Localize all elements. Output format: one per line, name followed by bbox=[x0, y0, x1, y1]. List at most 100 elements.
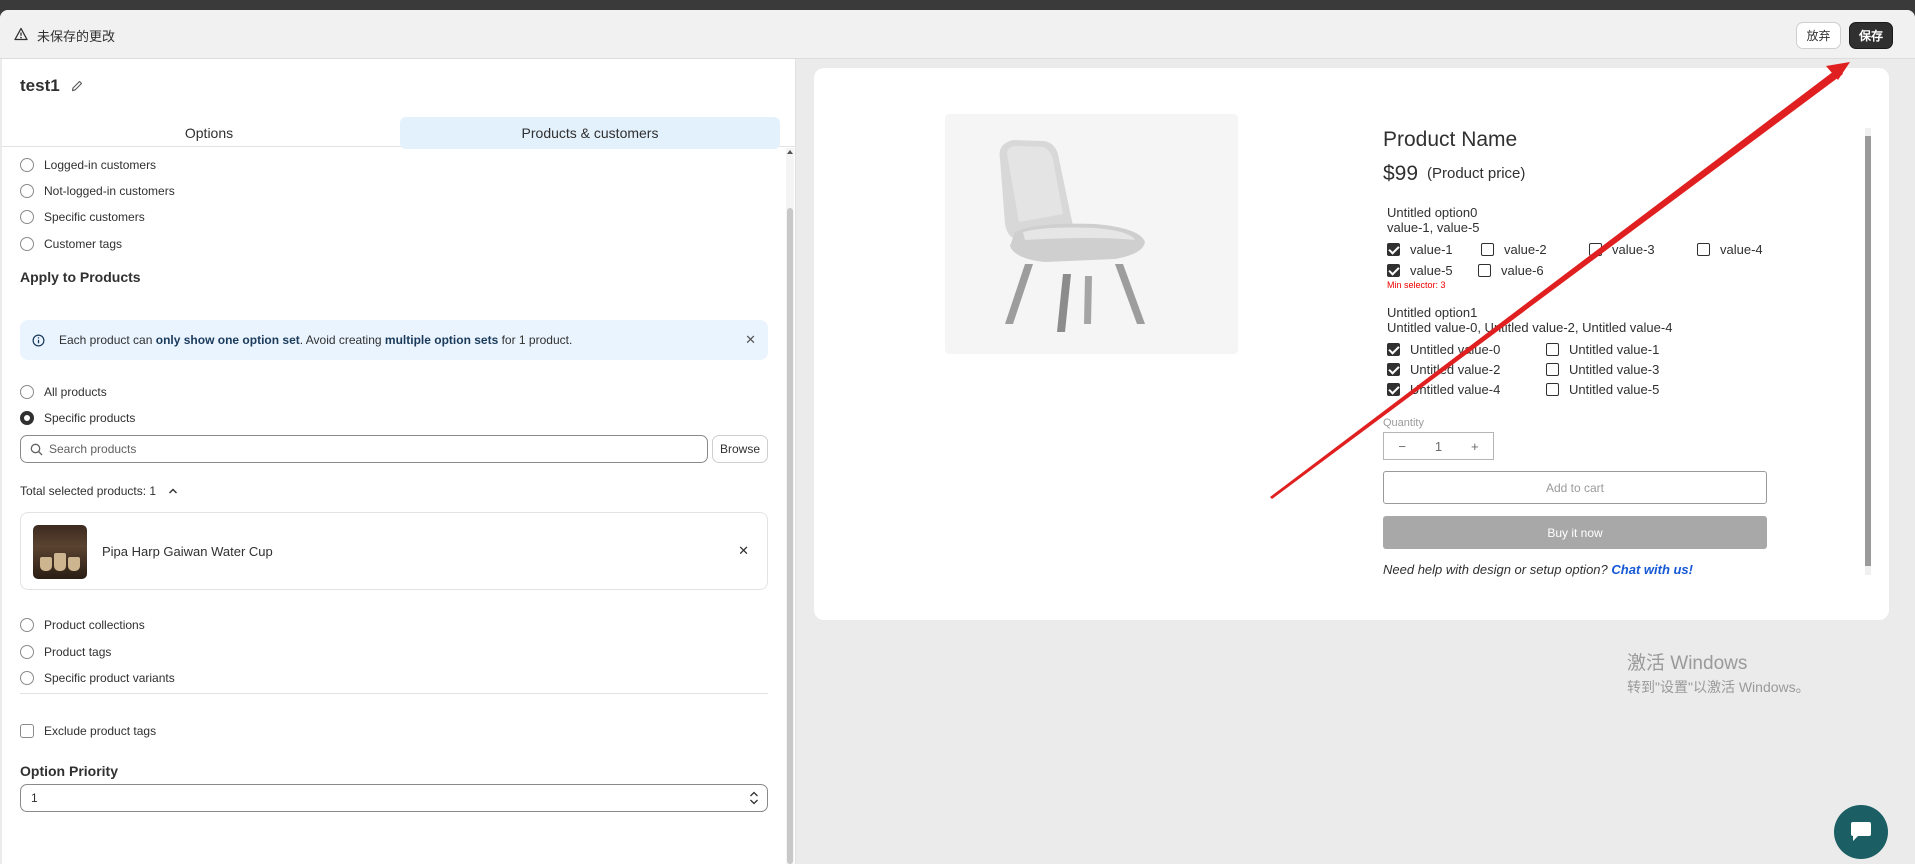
option0-value-3[interactable]: value-3 bbox=[1589, 242, 1655, 257]
radio-button[interactable] bbox=[20, 237, 34, 251]
radio-customer-tags[interactable]: Customer tags bbox=[20, 235, 122, 253]
option-set-title: test1 bbox=[20, 76, 60, 95]
tab-options[interactable]: Options bbox=[20, 117, 398, 149]
search-products-field[interactable] bbox=[20, 435, 708, 463]
radio-label: Customer tags bbox=[44, 237, 123, 251]
save-button[interactable]: 保存 bbox=[1849, 22, 1893, 49]
option0-value-1[interactable]: value-1 bbox=[1387, 242, 1453, 257]
option0-value-6[interactable]: value-6 bbox=[1478, 263, 1544, 278]
radio-button[interactable] bbox=[20, 385, 34, 399]
settings-panel: test1 Options Products & customers Logge… bbox=[2, 59, 796, 864]
quantity-value[interactable]: 1 bbox=[1420, 439, 1456, 454]
quantity-label: Quantity bbox=[1383, 417, 1424, 429]
buy-now-button[interactable]: Buy it now bbox=[1383, 516, 1767, 549]
radio-button[interactable] bbox=[20, 671, 34, 685]
settings-scroll-area: Logged-in customers Not-logged-in custom… bbox=[2, 148, 782, 864]
checkbox[interactable] bbox=[1546, 343, 1559, 356]
radio-label: Specific customers bbox=[44, 210, 145, 224]
product-price-note: (Product price) bbox=[1427, 165, 1526, 182]
radio-specific-products[interactable]: Specific products bbox=[20, 409, 135, 427]
radio-button-selected[interactable] bbox=[20, 411, 34, 425]
warning-icon bbox=[14, 27, 28, 41]
checkbox[interactable] bbox=[1478, 264, 1491, 277]
min-selector-error: Min selector: 3 bbox=[1387, 280, 1446, 290]
preview-scrollbar[interactable] bbox=[1865, 128, 1871, 575]
checkbox-checked[interactable] bbox=[1387, 243, 1400, 256]
radio-specific-product-variants[interactable]: Specific product variants bbox=[20, 669, 175, 687]
checkbox[interactable] bbox=[1589, 243, 1602, 256]
radio-all-products[interactable]: All products bbox=[20, 383, 107, 401]
radio-button[interactable] bbox=[20, 210, 34, 224]
radio-button[interactable] bbox=[20, 645, 34, 659]
help-text: Need help with design or setup option? C… bbox=[1383, 562, 1693, 577]
quantity-stepper[interactable]: − 1 + bbox=[1383, 432, 1494, 460]
option1-value-0[interactable]: Untitled value-0 bbox=[1387, 342, 1500, 357]
checkbox-checked[interactable] bbox=[1387, 363, 1400, 376]
checkbox-checked[interactable] bbox=[1387, 343, 1400, 356]
quantity-decrease-button[interactable]: − bbox=[1384, 439, 1420, 454]
checkbox[interactable] bbox=[1546, 383, 1559, 396]
search-icon bbox=[30, 443, 43, 456]
unsaved-changes-label: 未保存的更改 bbox=[37, 29, 116, 44]
radio-label: Product collections bbox=[44, 618, 145, 632]
chat-with-us-link[interactable]: Chat with us! bbox=[1611, 562, 1693, 577]
radio-product-collections[interactable]: Product collections bbox=[20, 616, 145, 634]
product-thumbnail bbox=[33, 525, 87, 579]
option1-value-3[interactable]: Untitled value-3 bbox=[1546, 362, 1659, 377]
option1-value-4[interactable]: Untitled value-4 bbox=[1387, 382, 1500, 397]
checkbox[interactable] bbox=[1697, 243, 1710, 256]
checkbox-checked[interactable] bbox=[1387, 383, 1400, 396]
chevron-up-icon[interactable] bbox=[168, 486, 178, 496]
chair-illustration bbox=[999, 140, 1145, 332]
radio-button[interactable] bbox=[20, 618, 34, 632]
checkbox[interactable] bbox=[1481, 243, 1494, 256]
checkbox-label: Exclude product tags bbox=[44, 724, 157, 738]
radio-button[interactable] bbox=[20, 158, 34, 172]
chat-button[interactable] bbox=[1834, 805, 1888, 859]
app-window: 未保存的更改 放弃 保存 test1 Options Products & cu… bbox=[0, 10, 1915, 864]
option0-value-4[interactable]: value-4 bbox=[1697, 242, 1763, 257]
close-icon[interactable]: ✕ bbox=[738, 543, 749, 559]
scrollbar-thumb[interactable] bbox=[1865, 136, 1871, 566]
watermark-line1: 激活 Windows bbox=[1627, 653, 1748, 674]
add-to-cart-button[interactable]: Add to cart bbox=[1383, 471, 1767, 504]
radio-specific-customers[interactable]: Specific customers bbox=[20, 208, 145, 226]
radio-not-logged-in-customers[interactable]: Not-logged-in customers bbox=[20, 182, 175, 200]
radio-logged-in-customers[interactable]: Logged-in customers bbox=[20, 156, 156, 174]
option0-value-5[interactable]: value-5 bbox=[1387, 263, 1453, 278]
option1-value-2[interactable]: Untitled value-2 bbox=[1387, 362, 1500, 377]
radio-label: All products bbox=[44, 385, 107, 399]
option1-value-1[interactable]: Untitled value-1 bbox=[1546, 342, 1659, 357]
quantity-increase-button[interactable]: + bbox=[1457, 439, 1493, 454]
checkbox-checked[interactable] bbox=[1387, 264, 1400, 277]
contextual-save-bar: 未保存的更改 放弃 保存 bbox=[0, 10, 1915, 59]
checkbox[interactable] bbox=[1546, 363, 1559, 376]
discard-button[interactable]: 放弃 bbox=[1796, 22, 1841, 49]
checkbox[interactable] bbox=[20, 724, 34, 738]
info-icon bbox=[32, 334, 45, 346]
option-priority-input[interactable] bbox=[31, 790, 721, 806]
total-selected-toggle[interactable]: Total selected products: 1 bbox=[20, 484, 178, 498]
option-priority-field[interactable] bbox=[20, 784, 768, 812]
option-priority-heading: Option Priority bbox=[20, 763, 118, 779]
banner-text: Each product can only show one option se… bbox=[59, 333, 573, 347]
radio-product-tags[interactable]: Product tags bbox=[20, 643, 111, 661]
option0-value-2[interactable]: value-2 bbox=[1481, 242, 1547, 257]
exclude-product-tags-checkbox[interactable]: Exclude product tags bbox=[20, 724, 156, 738]
radio-button[interactable] bbox=[20, 184, 34, 198]
scroll-up-arrow[interactable] bbox=[787, 150, 793, 154]
browse-button[interactable]: Browse bbox=[712, 435, 768, 463]
radio-label: Specific product variants bbox=[44, 671, 175, 685]
close-icon[interactable]: ✕ bbox=[745, 332, 756, 348]
product-preview: Product Name $99 (Product price) Untitle… bbox=[814, 68, 1889, 620]
option1-value-5[interactable]: Untitled value-5 bbox=[1546, 382, 1659, 397]
selected-product-card: Pipa Harp Gaiwan Water Cup ✕ bbox=[20, 512, 768, 590]
info-banner: Each product can only show one option se… bbox=[20, 320, 768, 360]
edit-icon[interactable] bbox=[70, 79, 84, 93]
search-input[interactable] bbox=[49, 440, 689, 458]
scrollbar-thumb[interactable] bbox=[787, 208, 793, 864]
stepper-icon[interactable] bbox=[747, 788, 761, 808]
product-name: Product Name bbox=[1383, 128, 1518, 151]
settings-scrollbar[interactable] bbox=[786, 148, 794, 864]
tab-products-customers[interactable]: Products & customers bbox=[400, 117, 780, 149]
